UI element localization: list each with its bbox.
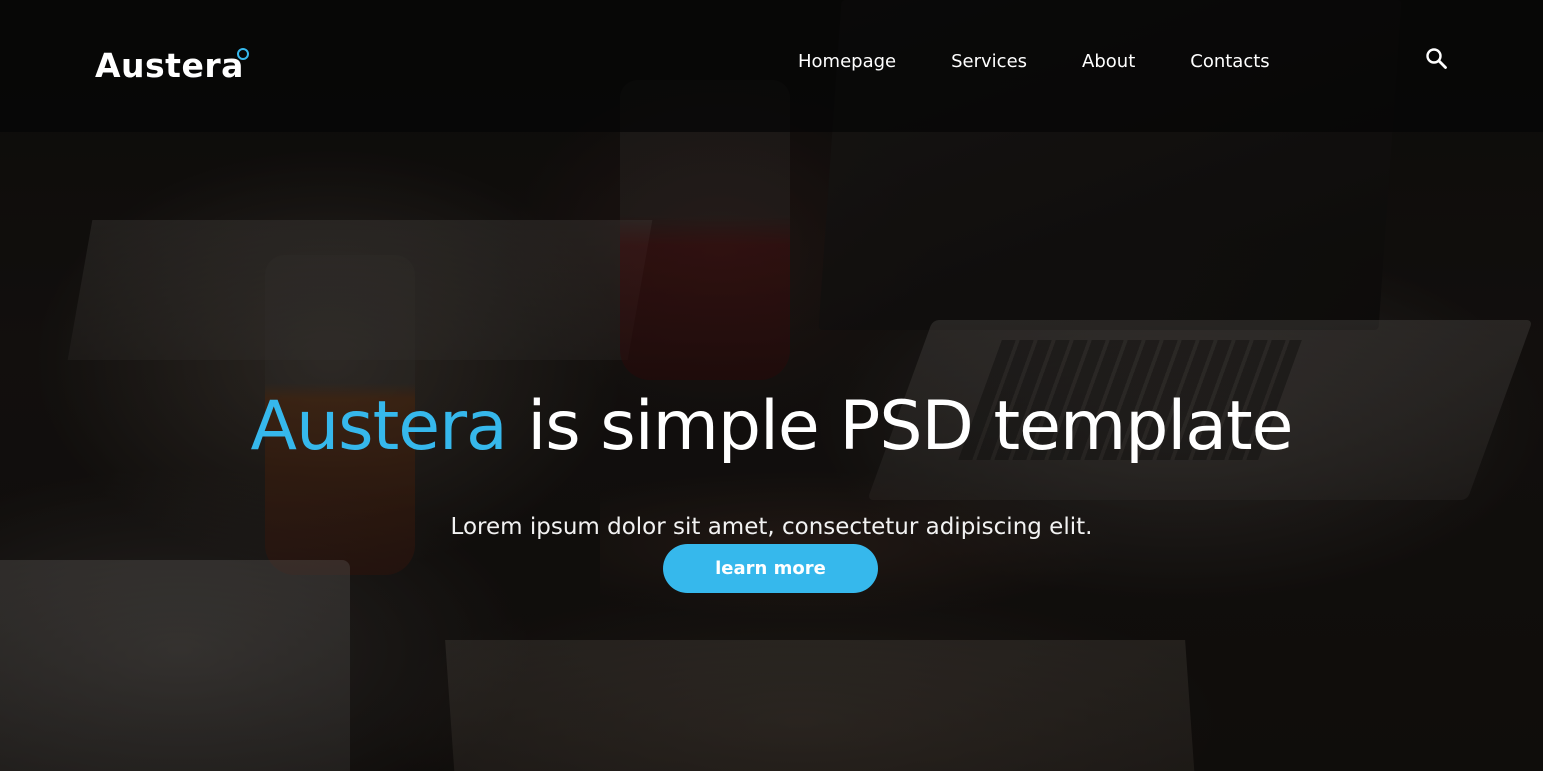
- nav-item-about[interactable]: About: [1082, 50, 1135, 74]
- nav-item-contacts[interactable]: Contacts: [1190, 50, 1269, 74]
- background-notebook: [67, 220, 653, 360]
- background-paper: [445, 640, 1195, 771]
- navbar: Austera Homepage Services About Contacts: [0, 0, 1543, 132]
- learn-more-button[interactable]: learn more: [663, 544, 878, 593]
- logo-ring-icon: [237, 48, 249, 60]
- nav-item-homepage[interactable]: Homepage: [798, 50, 896, 74]
- hero-title-rest: is simple PSD template: [506, 387, 1293, 466]
- main-nav: Homepage Services About Contacts: [798, 50, 1270, 74]
- nav-item-services[interactable]: Services: [951, 50, 1027, 74]
- search-icon[interactable]: [1424, 46, 1450, 72]
- hero-section: Austera Homepage Services About Contacts…: [0, 0, 1543, 771]
- hero-title-accent: Austera: [250, 387, 508, 466]
- hero-subtitle: Lorem ipsum dolor sit amet, consectetur …: [450, 514, 1093, 540]
- background-notebook-left: [0, 560, 350, 771]
- hero-title: Austera is simple PSD template: [0, 382, 1543, 472]
- logo[interactable]: Austera: [95, 46, 244, 86]
